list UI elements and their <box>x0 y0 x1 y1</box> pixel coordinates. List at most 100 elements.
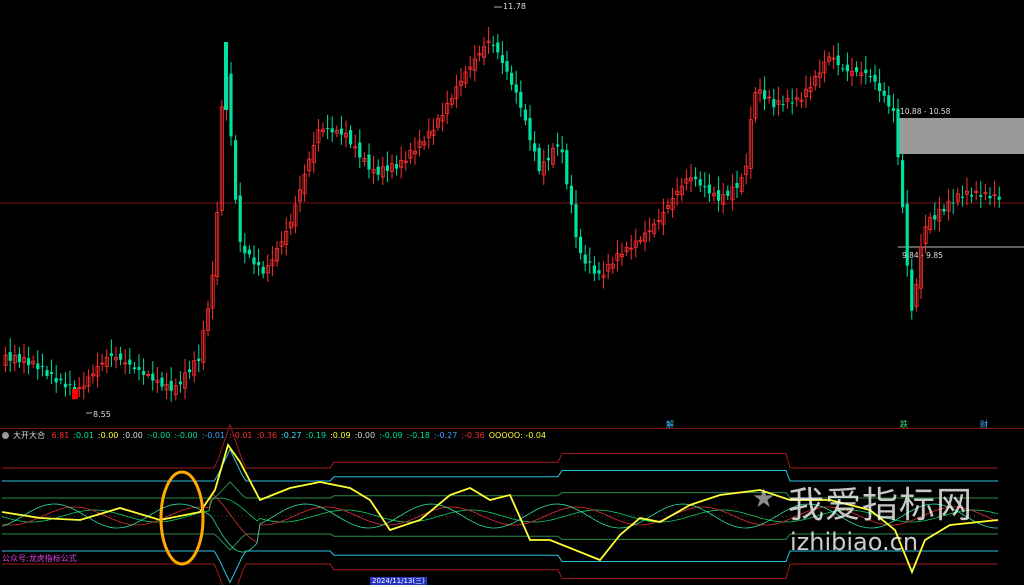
candle-body <box>951 202 955 204</box>
candle-body <box>17 354 21 363</box>
candle-body <box>772 99 776 108</box>
candle-body <box>910 269 914 311</box>
candle-body <box>569 185 573 205</box>
indicator-value: :-0.18 <box>406 431 430 440</box>
candle-body <box>27 358 31 366</box>
candle-body <box>72 389 78 399</box>
candle-body <box>588 261 592 263</box>
indicator-value: 6.81 <box>51 431 70 440</box>
candle-body <box>142 370 146 375</box>
candle-body <box>790 102 794 104</box>
candle-body <box>252 257 256 265</box>
indicator-menu-icon[interactable] <box>2 432 9 439</box>
indicator-value: :-0.27 <box>433 431 458 440</box>
candle-body <box>505 61 509 72</box>
zone-upper-label: 10.88 - 10.58 <box>900 107 951 116</box>
candle-body <box>891 108 895 112</box>
indicator-value: :-0.00 <box>174 431 198 440</box>
candle-body <box>960 196 964 198</box>
candle-body <box>160 377 164 387</box>
candle-body <box>878 82 882 92</box>
candle-body <box>510 72 514 85</box>
high-price-label: 11.78 <box>503 2 526 11</box>
candle-body <box>54 378 58 383</box>
candle-body <box>500 55 504 64</box>
candle-body <box>109 353 113 356</box>
candle-body <box>703 186 707 188</box>
candle-body <box>330 128 334 133</box>
candle-body <box>243 245 247 254</box>
candle-body <box>40 366 44 368</box>
indicator-value: :-0.09 <box>379 431 403 440</box>
candle-body <box>59 378 63 381</box>
candle-body <box>178 381 182 385</box>
candle-body <box>988 195 992 199</box>
candle-body <box>546 157 550 161</box>
candle-body <box>901 160 905 208</box>
candle-body <box>698 179 702 186</box>
candle-body <box>970 194 974 197</box>
candle-body <box>376 166 380 175</box>
indicator-value: :0.00 <box>97 431 119 440</box>
candle-body <box>36 363 40 370</box>
candle-body <box>565 150 569 185</box>
indicator-value: :-0.36 <box>461 431 485 440</box>
candle-body <box>188 369 192 373</box>
candle-body <box>151 373 155 381</box>
candle-body <box>597 270 601 274</box>
low-price-label: 8.55 <box>93 410 111 419</box>
candle-body <box>537 147 541 172</box>
candle-body <box>128 359 132 365</box>
indicator-value: :0.36 <box>256 431 278 440</box>
candle-body <box>8 352 12 361</box>
indicator-value: :-0.01 <box>201 431 226 440</box>
candle-body <box>395 164 399 169</box>
candle-body <box>63 383 67 388</box>
candle-body <box>781 104 785 106</box>
indicator-header: 大开大合 6.81:0.01:0.00:0.00:-0.00:-0.00:-0.… <box>2 430 554 442</box>
indicator-value: :0.19 <box>305 431 327 440</box>
candle-body <box>358 142 362 158</box>
candle-body <box>574 204 578 238</box>
candle-body <box>583 254 587 264</box>
indicator-value: :0.01 <box>73 431 94 440</box>
candle-body <box>855 67 859 72</box>
candle-body <box>533 143 537 152</box>
price-panel[interactable]: 11.788.5510.88 - 10.589.84 - 9.85解跌财 <box>0 2 1024 429</box>
candle-body <box>119 353 123 360</box>
watermark-star-icon: ★ <box>752 484 776 514</box>
candle-body <box>726 190 730 196</box>
candle-body <box>528 118 532 141</box>
indicator-value: :-0.01 <box>229 431 253 440</box>
watermark-url: izhibiao.cn <box>790 528 919 556</box>
candle-body <box>367 154 371 170</box>
candle-body <box>997 196 1001 200</box>
candle-body <box>592 265 596 274</box>
candle-body <box>224 42 228 110</box>
candle-body <box>868 76 872 78</box>
candle-body <box>197 358 201 362</box>
candle-body <box>169 380 173 391</box>
resistance-zone <box>898 118 1024 154</box>
candle-body <box>261 266 265 274</box>
candle-body <box>694 176 698 180</box>
indicator-value: :0.00 <box>354 431 376 440</box>
candle-body <box>50 372 54 375</box>
indicator-value: OOOOO: -0.04 <box>488 431 547 440</box>
indicator-value: :0.27 <box>281 431 302 440</box>
candle-body <box>845 64 849 72</box>
candle-body <box>519 91 523 108</box>
band-outer-lower <box>2 563 998 585</box>
candle-body <box>234 140 238 200</box>
candle-body <box>491 44 495 46</box>
candle-body <box>735 183 739 188</box>
date-badge: 2024/11/13(三) <box>370 577 427 585</box>
candle-body <box>942 208 946 212</box>
candle-body <box>560 149 564 153</box>
candle-body <box>132 367 136 370</box>
candle-body <box>514 84 518 93</box>
indicator-values: 6.81:0.01:0.00:0.00:-0.00:-0.00:-0.01:-0… <box>52 431 550 440</box>
candle-body <box>496 42 500 53</box>
candle-body <box>979 195 983 197</box>
candle-body <box>45 370 49 376</box>
